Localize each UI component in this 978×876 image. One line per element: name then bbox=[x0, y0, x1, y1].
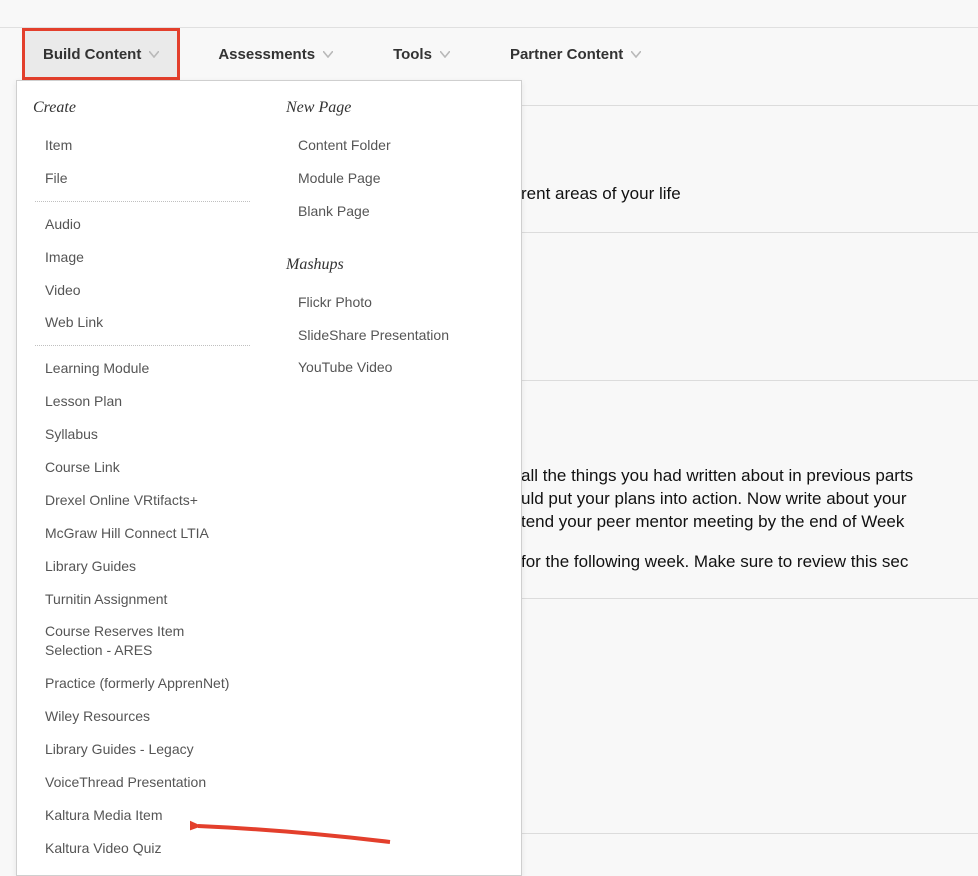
menu-item[interactable]: Flickr Photo bbox=[284, 286, 507, 319]
body-text: all the things you had written about in … bbox=[521, 466, 913, 486]
chevron-down-icon bbox=[149, 51, 159, 58]
tab-build-content[interactable]: Build Content bbox=[22, 28, 180, 80]
menu-item[interactable]: Course Reserves Item Selection - ARES bbox=[31, 615, 211, 667]
menu-item[interactable]: SlideShare Presentation bbox=[284, 319, 507, 352]
menu-item[interactable]: VoiceThread Presentation bbox=[31, 766, 254, 799]
divider bbox=[522, 380, 978, 381]
chevron-down-icon bbox=[440, 51, 450, 58]
menu-item[interactable]: Blank Page bbox=[284, 195, 507, 228]
section-title-new-page: New Page bbox=[284, 99, 507, 117]
section-title-create: Create bbox=[31, 99, 254, 117]
menu-item[interactable]: Item bbox=[31, 129, 254, 162]
menu-item[interactable]: Practice (formerly ApprenNet) bbox=[31, 667, 254, 700]
menu-item[interactable]: YouTube Video bbox=[284, 351, 507, 384]
menu-item[interactable]: Turnitin Assignment bbox=[31, 583, 254, 616]
build-content-dropdown: Create Item File Audio Image Video Web L… bbox=[16, 80, 522, 876]
menu-item[interactable]: Kaltura Video Quiz bbox=[31, 832, 254, 865]
tab-partner-content[interactable]: Partner Content bbox=[490, 28, 663, 80]
chevron-down-icon bbox=[631, 51, 641, 58]
body-text: uld put your plans into action. Now writ… bbox=[521, 489, 907, 509]
top-spacer bbox=[0, 0, 978, 28]
menu-item[interactable]: Wiley Resources bbox=[31, 700, 254, 733]
body-text: for the following week. Make sure to rev… bbox=[521, 552, 908, 572]
divider bbox=[522, 833, 978, 834]
menu-item[interactable]: Image bbox=[31, 241, 254, 274]
menu-item[interactable]: Web Link bbox=[31, 306, 254, 339]
menu-item[interactable]: Learning Module bbox=[31, 352, 254, 385]
tab-build-content-label: Build Content bbox=[43, 46, 141, 63]
menu-item[interactable]: Library Guides bbox=[31, 550, 254, 583]
dropdown-col-create: Create Item File Audio Image Video Web L… bbox=[31, 99, 264, 865]
chevron-down-icon bbox=[323, 51, 333, 58]
menu-item-kaltura-media-item[interactable]: Kaltura Media Item bbox=[31, 799, 254, 832]
menu-item[interactable]: Lesson Plan bbox=[31, 385, 254, 418]
divider bbox=[522, 105, 978, 106]
menu-item[interactable]: Library Guides - Legacy bbox=[31, 733, 254, 766]
menu-item[interactable]: Course Link bbox=[31, 451, 254, 484]
menu-item[interactable]: Audio bbox=[31, 208, 254, 241]
menu-item[interactable]: File bbox=[31, 162, 254, 195]
body-text: tend your peer mentor meeting by the end… bbox=[521, 512, 904, 532]
tab-assessments-label: Assessments bbox=[218, 46, 315, 63]
body-text: rent areas of your life bbox=[521, 184, 681, 204]
menu-item[interactable]: Video bbox=[31, 274, 254, 307]
menu-item[interactable]: Content Folder bbox=[284, 129, 507, 162]
action-bar: Build Content Assessments Tools Partner … bbox=[0, 28, 978, 80]
divider bbox=[35, 201, 250, 202]
tab-partner-content-label: Partner Content bbox=[510, 46, 623, 63]
divider bbox=[522, 598, 978, 599]
divider bbox=[35, 345, 250, 346]
menu-item[interactable]: Syllabus bbox=[31, 418, 254, 451]
tab-tools[interactable]: Tools bbox=[373, 28, 472, 80]
dropdown-col-right: New Page Content Folder Module Page Blan… bbox=[264, 99, 507, 865]
tab-tools-label: Tools bbox=[393, 46, 432, 63]
divider bbox=[522, 232, 978, 233]
menu-item[interactable]: Drexel Online VRtifacts+ bbox=[31, 484, 254, 517]
section-title-mashups: Mashups bbox=[284, 256, 507, 274]
tab-assessments[interactable]: Assessments bbox=[198, 28, 355, 80]
menu-item[interactable]: Module Page bbox=[284, 162, 507, 195]
menu-item[interactable]: McGraw Hill Connect LTIA bbox=[31, 517, 254, 550]
